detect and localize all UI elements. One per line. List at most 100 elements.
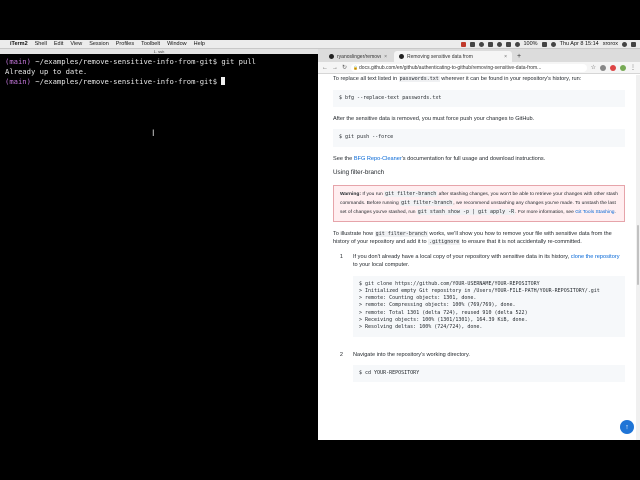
text: To replace all text listed in	[333, 76, 399, 82]
profile-avatar[interactable]	[620, 64, 626, 71]
scrollbar-thumb[interactable]	[637, 225, 639, 285]
output-text: Already up to date.	[5, 67, 88, 76]
git-tools-stashing-link[interactable]: Git Tools Stashing	[575, 210, 614, 215]
terminal-window[interactable]: 1. ssh (main) ~/examples/remove-sensitiv…	[0, 49, 318, 440]
command-text: git pull	[217, 57, 256, 66]
extension-icon[interactable]	[610, 64, 616, 71]
text: wherever it can be found in your reposit…	[439, 76, 582, 82]
status-area: 100% Thu Apr 8 15:14 xrorox	[460, 41, 636, 47]
url-field[interactable]: docs.github.com/en/github/authenticating…	[351, 63, 587, 72]
warning-label: Warning:	[340, 191, 362, 197]
menu-shell[interactable]: Shell	[35, 41, 47, 47]
battery-percent: 100%	[523, 41, 538, 47]
paragraph: See the BFG Repo-Cleaner's documentation…	[333, 155, 625, 164]
control-center-icon[interactable]	[631, 41, 636, 47]
text: If you don't already have a local copy o…	[353, 253, 571, 260]
inline-code: git filter-branch	[400, 199, 454, 206]
warning-box: Warning: If you run git filter-branch af…	[333, 184, 625, 222]
text: .	[614, 209, 616, 215]
close-tab-icon[interactable]: ×	[504, 54, 507, 60]
wifi-icon[interactable]	[514, 41, 520, 47]
menu-view[interactable]: View	[70, 41, 82, 47]
menu-help[interactable]: Help	[194, 41, 205, 47]
clock-icon[interactable]	[496, 41, 502, 47]
more-menu-icon[interactable]: ⋮	[630, 64, 636, 71]
new-tab-button[interactable]: +	[514, 51, 524, 62]
terminal-title: 1. ssh	[153, 49, 165, 54]
inline-code: git filter-branch	[374, 230, 428, 237]
clone-repo-link[interactable]: clone the repository	[571, 254, 620, 260]
prompt-path: ~/examples/remove-sensitive-info-from-gi…	[30, 57, 218, 66]
code-block[interactable]: $ cd YOUR-REPOSITORY	[353, 365, 625, 383]
tab-docs[interactable]: Removing sensitive data from ×	[394, 51, 512, 62]
cloud-icon[interactable]	[478, 41, 484, 47]
inline-code: passwords.txt	[398, 76, 440, 82]
prompt-path: ~/examples/remove-sensitive-info-from-gi…	[30, 77, 218, 86]
text: To illustrate how	[333, 230, 375, 237]
scrollbar[interactable]	[636, 75, 640, 440]
menu-session[interactable]: Session	[89, 41, 109, 47]
step-body: Navigate into the repository's working d…	[353, 351, 625, 391]
text: to your local computer.	[353, 262, 410, 269]
step-number: 1	[339, 253, 343, 260]
step-2: 2 Navigate into the repository's working…	[333, 351, 625, 391]
paragraph: If you don't already have a local copy o…	[353, 253, 625, 270]
menu-clock[interactable]: Thu Apr 8 15:14	[560, 41, 599, 47]
github-icon	[329, 54, 334, 59]
back-icon[interactable]: ←	[322, 65, 328, 71]
code-block[interactable]: $ git clone https://github.com/YOUR-USER…	[353, 275, 625, 337]
inline-code: .gitignore	[428, 239, 461, 246]
tab-repo[interactable]: ryanoslinger/remove-sensiti ×	[324, 51, 392, 62]
step-1: 1 If you don't already have a local copy…	[333, 253, 625, 345]
volume-icon[interactable]	[505, 41, 511, 47]
article-content: To replace all text listed in passwords.…	[333, 75, 625, 396]
prompt-branch: (main)	[5, 57, 31, 66]
menu-app-name[interactable]: iTerm2	[10, 41, 28, 47]
address-bar: ← → ↻ docs.github.com/en/github/authenti…	[318, 62, 640, 74]
battery-icon[interactable]	[541, 41, 547, 47]
text: . For more information, see	[515, 209, 576, 215]
forward-icon[interactable]: →	[332, 65, 338, 71]
close-tab-icon[interactable]: ×	[384, 54, 387, 60]
scroll-to-top-button[interactable]: ↑	[620, 420, 634, 434]
text: to ensure that it is not accidentally re…	[460, 239, 582, 246]
paragraph: Navigate into the repository's working d…	[353, 351, 470, 358]
code-block[interactable]: $ git push --force	[333, 129, 625, 147]
user-switch-icon[interactable]	[550, 41, 556, 47]
extension-icon[interactable]	[600, 64, 606, 71]
bookmark-star-icon[interactable]: ☆	[591, 64, 596, 71]
code-block[interactable]: $ bfg --replace-text passwords.txt	[333, 89, 625, 107]
inline-code: git stash show -p | git apply -R	[416, 208, 516, 215]
menu-bar: iTerm2 Shell Edit View Session Profiles …	[0, 40, 640, 49]
terminal-line: (main) ~/examples/remove-sensitive-info-…	[5, 77, 313, 87]
terminal-output[interactable]: (main) ~/examples/remove-sensitive-info-…	[0, 54, 318, 90]
text-cursor-icon: I	[152, 128, 155, 138]
menu-user[interactable]: xrorox	[603, 41, 618, 47]
paragraph: After the sensitive data is removed, you…	[333, 115, 535, 122]
step-number: 2	[339, 351, 343, 358]
menu-profiles[interactable]: Profiles	[116, 41, 134, 47]
tab-label: Removing sensitive data from	[407, 53, 473, 60]
display-icon[interactable]	[487, 41, 493, 47]
reload-icon[interactable]: ↻	[342, 64, 347, 71]
text: See the	[333, 155, 354, 162]
search-icon[interactable]	[622, 41, 627, 47]
text: If you run	[361, 191, 385, 197]
status-icon[interactable]	[469, 41, 475, 47]
tab-label: ryanoslinger/remove-sensiti	[337, 53, 381, 60]
paragraph: To illustrate how git filter-branch work…	[333, 230, 625, 247]
record-icon[interactable]	[460, 41, 466, 47]
text: 's documentation for full usage and down…	[401, 155, 546, 162]
terminal-cursor	[221, 77, 226, 85]
menu-toolbelt[interactable]: Toolbelt	[141, 41, 160, 47]
github-icon	[399, 54, 404, 59]
paragraph: To replace all text listed in passwords.…	[333, 75, 625, 84]
tab-strip: ryanoslinger/remove-sensiti × Removing s…	[318, 49, 640, 62]
bfg-link[interactable]: BFG Repo-Cleaner	[354, 156, 402, 162]
inline-code: git filter-branch	[384, 190, 438, 197]
menu-window[interactable]: Window	[167, 41, 187, 47]
step-body: If you don't already have a local copy o…	[353, 253, 625, 345]
menu-edit[interactable]: Edit	[54, 41, 63, 47]
prompt-branch: (main)	[5, 77, 31, 86]
browser-window: ryanoslinger/remove-sensiti × Removing s…	[318, 49, 640, 440]
